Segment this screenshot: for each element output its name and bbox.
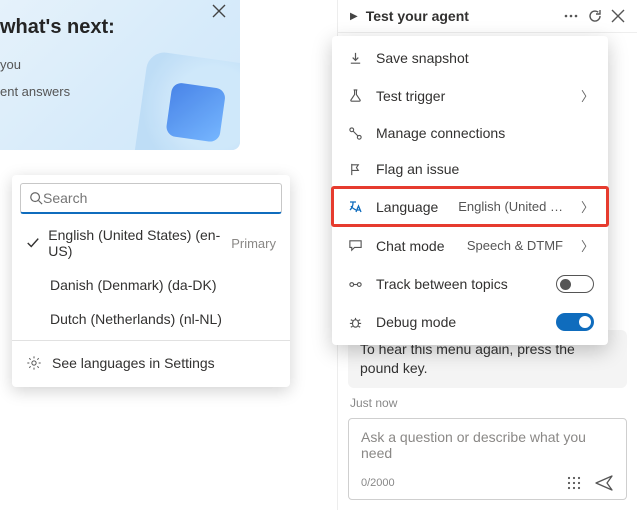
language-option[interactable]: Dutch (Netherlands) (nl-NL) xyxy=(12,302,290,336)
divider xyxy=(12,340,290,341)
hero-illustration xyxy=(132,50,240,150)
chat-icon xyxy=(346,238,364,253)
chevron-right-icon: 〉 xyxy=(581,197,594,216)
language-option[interactable]: Danish (Denmark) (da-DK) xyxy=(12,268,290,302)
chat-input[interactable]: Ask a question or describe what you need… xyxy=(348,418,627,500)
language-search-input[interactable] xyxy=(43,190,273,206)
menu-flag-issue[interactable]: Flag an issue xyxy=(332,151,608,187)
chevron-right-icon: 〉 xyxy=(581,86,594,105)
menu-track-topics[interactable]: Track between topics xyxy=(332,265,608,303)
check-icon xyxy=(26,236,40,250)
bug-icon xyxy=(346,315,364,330)
settings-label: See languages in Settings xyxy=(52,355,215,371)
flag-icon xyxy=(346,162,364,177)
message-timestamp: Just now xyxy=(350,396,625,410)
track-icon xyxy=(346,277,364,292)
menu-save-snapshot[interactable]: Save snapshot xyxy=(332,40,608,76)
see-languages-settings[interactable]: See languages in Settings xyxy=(12,345,290,381)
menu-debug-mode[interactable]: Debug mode xyxy=(332,303,608,341)
refresh-icon[interactable] xyxy=(587,8,603,24)
test-agent-menu: Save snapshot Test trigger 〉 Manage conn… xyxy=(332,36,608,345)
panel-title: Test your agent xyxy=(366,8,555,24)
language-option[interactable]: English (United States) (en-US) Primary xyxy=(12,218,290,268)
close-icon[interactable] xyxy=(611,9,625,23)
track-topics-toggle[interactable] xyxy=(556,275,594,293)
hero-title: what's next: xyxy=(0,16,220,39)
close-icon[interactable] xyxy=(212,4,226,18)
language-picker-popup: English (United States) (en-US) Primary … xyxy=(12,175,290,387)
menu-chatmode-value: Speech & DTMF xyxy=(467,238,563,253)
more-icon[interactable] xyxy=(563,8,579,24)
language-icon xyxy=(346,199,364,215)
language-primary-badge: Primary xyxy=(231,236,276,251)
language-option-label: English (United States) (en-US) xyxy=(48,227,223,259)
flask-icon xyxy=(346,88,364,103)
language-option-label: Dutch (Netherlands) (nl-NL) xyxy=(50,311,222,327)
send-icon[interactable] xyxy=(594,473,614,493)
search-icon xyxy=(29,191,43,205)
whats-next-card: what's next: you ent answers xyxy=(0,0,240,150)
language-option-label: Danish (Denmark) (da-DK) xyxy=(50,277,216,293)
menu-test-trigger[interactable]: Test trigger 〉 xyxy=(332,76,608,115)
language-search[interactable] xyxy=(20,183,282,214)
menu-manage-connections[interactable]: Manage connections xyxy=(332,115,608,151)
caret-right-icon[interactable]: ▶ xyxy=(350,11,358,22)
char-counter: 0/2000 xyxy=(361,477,395,489)
keypad-icon[interactable] xyxy=(562,473,586,493)
menu-language[interactable]: Language English (United … 〉 xyxy=(332,187,608,226)
download-icon xyxy=(346,51,364,66)
test-agent-header: ▶ Test your agent xyxy=(338,0,637,33)
menu-language-value: English (United … xyxy=(458,199,563,214)
debug-mode-toggle[interactable] xyxy=(556,313,594,331)
chat-input-placeholder: Ask a question or describe what you need xyxy=(361,429,614,463)
gear-icon xyxy=(26,355,42,371)
menu-chat-mode[interactable]: Chat mode Speech & DTMF 〉 xyxy=(332,226,608,265)
chevron-right-icon: 〉 xyxy=(581,236,594,255)
connections-icon xyxy=(346,126,364,141)
